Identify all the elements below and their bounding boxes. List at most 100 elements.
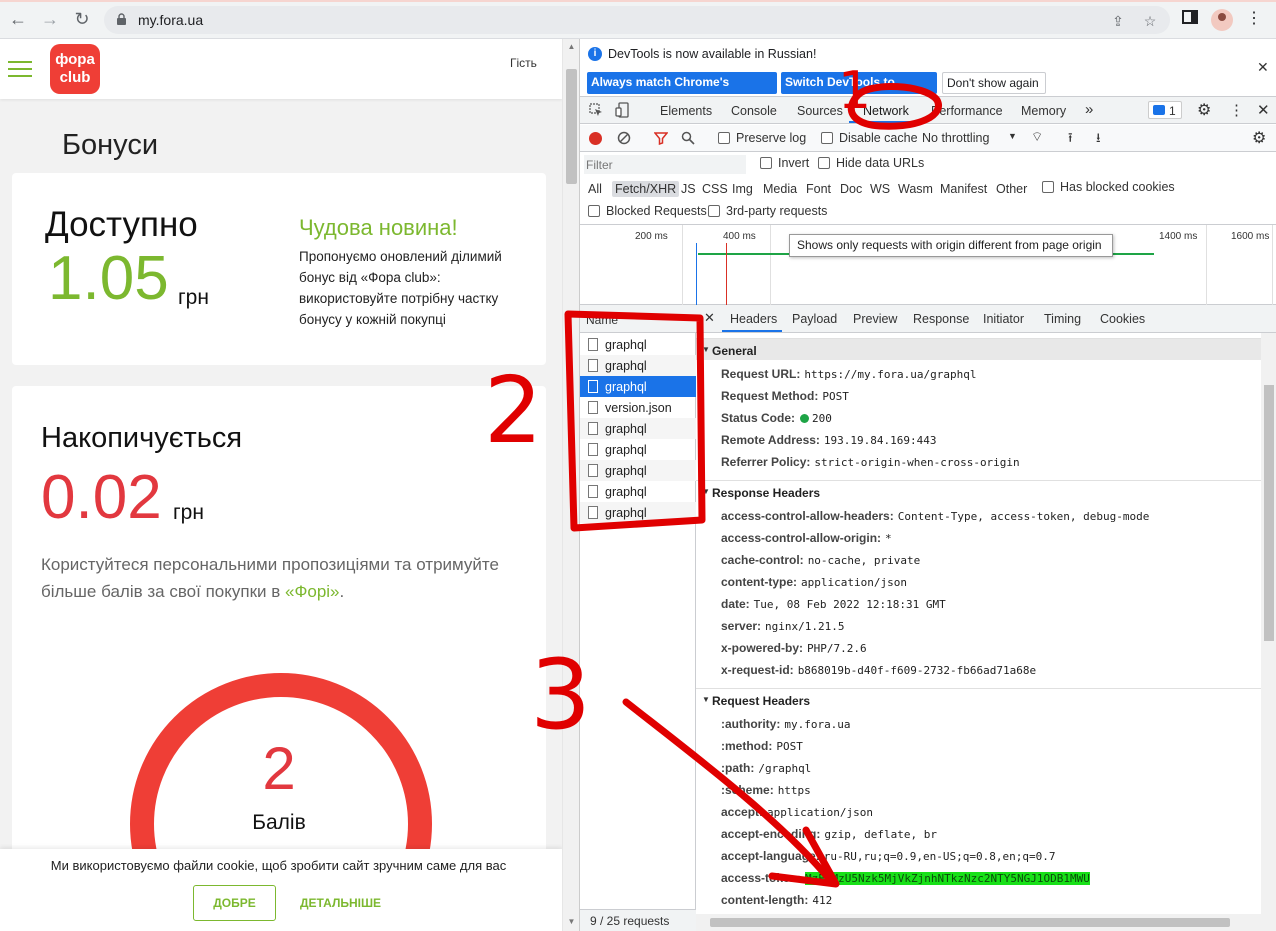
kebab-menu-icon[interactable]: ⋮ (1244, 9, 1264, 29)
reload-icon[interactable]: ↻ (71, 8, 93, 30)
request-row[interactable]: graphql (580, 460, 696, 481)
request-row[interactable]: graphql (580, 502, 696, 523)
type-other[interactable]: Other (993, 181, 1030, 197)
type-wasm[interactable]: Wasm (895, 181, 936, 197)
dont-show-again-button[interactable]: Don't show again (942, 72, 1046, 94)
request-row[interactable]: version.json (580, 397, 696, 418)
invert-checkbox[interactable] (760, 157, 772, 169)
device-toolbar-icon[interactable] (615, 102, 629, 118)
type-fetch-xhr[interactable]: Fetch/XHR (612, 181, 680, 197)
type-manifest[interactable]: Manifest (937, 181, 990, 197)
more-tabs-icon[interactable]: » (1085, 101, 1093, 118)
page-scrollbar-thumb[interactable] (566, 69, 577, 184)
scroll-down-icon[interactable]: ▼ (566, 917, 577, 926)
blocked-requests-checkbox[interactable] (588, 205, 600, 217)
side-panel-icon[interactable] (1180, 9, 1200, 29)
cookie-more-link[interactable]: ДЕТАЛЬНІШЕ (300, 896, 381, 910)
accumulating-unit: грн (173, 501, 204, 524)
details-horizontal-scrollbar[interactable] (696, 914, 1261, 931)
forward-arrow-icon[interactable]: → (39, 8, 61, 30)
request-row-selected[interactable]: graphql (580, 376, 696, 397)
type-doc[interactable]: Doc (837, 181, 865, 197)
close-details-icon[interactable]: ✕ (704, 310, 715, 326)
issues-badge[interactable]: 1 (1148, 101, 1182, 119)
details-scrollbar-thumb[interactable] (1264, 385, 1274, 641)
request-row[interactable]: graphql (580, 334, 696, 355)
general-section-header[interactable]: ▼ General (696, 338, 1261, 360)
hide-data-urls-checkbox[interactable] (818, 157, 830, 169)
import-har-icon[interactable]: ⭱ (1068, 129, 1073, 151)
tab-timing[interactable]: Timing (1044, 312, 1081, 326)
request-row[interactable]: graphql (580, 439, 696, 460)
tab-performance[interactable]: Performance (931, 104, 1003, 118)
guest-link[interactable]: Гість (510, 56, 537, 70)
scroll-up-icon[interactable]: ▲ (566, 42, 577, 51)
preserve-log-checkbox[interactable] (718, 132, 730, 144)
horizontal-scrollbar-thumb[interactable] (710, 918, 1230, 927)
devtools-close-icon[interactable]: ✕ (1257, 101, 1270, 119)
type-all[interactable]: All (585, 181, 605, 197)
tick-label: 1400 ms (1159, 231, 1198, 242)
network-settings-gear-icon[interactable]: ⚙ (1252, 128, 1266, 148)
type-media[interactable]: Media (760, 181, 800, 197)
match-language-button[interactable]: Always match Chrome's language (587, 72, 777, 109)
tab-cookies[interactable]: Cookies (1100, 312, 1145, 326)
cookie-ok-button[interactable]: ДОБРЕ (193, 885, 276, 921)
header-key: cache-control: (721, 553, 804, 567)
network-timeline[interactable]: 200 ms 400 ms 1400 ms 1600 ms Shows only… (580, 225, 1276, 305)
switch-russian-button[interactable]: Switch DevTools to Russian (781, 72, 937, 109)
tab-payload[interactable]: Payload (792, 312, 837, 326)
dropdown-arrow-icon[interactable]: ▼ (1008, 131, 1017, 141)
third-party-checkbox[interactable] (708, 205, 720, 217)
name-column-header[interactable]: Name (580, 305, 696, 333)
filter-input[interactable]: Filter (584, 155, 746, 174)
record-icon[interactable] (589, 132, 602, 145)
type-font[interactable]: Font (803, 181, 834, 197)
inspect-element-icon[interactable] (589, 103, 603, 117)
has-blocked-cookies-checkbox[interactable] (1042, 181, 1054, 193)
tab-network[interactable]: Network (863, 104, 909, 118)
tab-sources[interactable]: Sources (797, 104, 843, 118)
request-row[interactable]: graphql (580, 418, 696, 439)
tab-preview[interactable]: Preview (853, 312, 897, 326)
back-arrow-icon[interactable]: ← (7, 8, 29, 30)
throttling-select[interactable]: No throttling (922, 131, 989, 145)
tab-initiator[interactable]: Initiator (983, 312, 1024, 326)
share-icon[interactable]: ⇪ (1110, 13, 1126, 29)
fora-club-logo[interactable]: фора club (50, 44, 100, 94)
response-headers-section-header[interactable]: ▼ Response Headers (696, 480, 1261, 502)
request-row[interactable]: graphql (580, 481, 696, 502)
available-label: Доступно (45, 205, 198, 244)
issues-count: 1 (1169, 104, 1176, 118)
fora-link[interactable]: «Форі» (285, 582, 340, 601)
details-scrollbar[interactable] (1261, 333, 1276, 931)
close-icon[interactable]: ✕ (1257, 59, 1269, 76)
tab-console[interactable]: Console (731, 104, 777, 118)
tick-label: 400 ms (723, 231, 756, 242)
request-details: ✕ Headers Payload Preview Response Initi… (696, 305, 1276, 931)
tab-memory[interactable]: Memory (1021, 104, 1066, 118)
export-har-icon[interactable]: ⭳ (1096, 129, 1101, 151)
devtools-menu-icon[interactable]: ⋮ (1229, 101, 1244, 119)
hamburger-menu-icon[interactable] (8, 61, 32, 77)
type-css[interactable]: CSS (699, 181, 731, 197)
search-icon[interactable] (681, 131, 695, 145)
tab-elements[interactable]: Elements (660, 104, 712, 118)
type-ws[interactable]: WS (867, 181, 893, 197)
tab-headers[interactable]: Headers (730, 312, 777, 326)
bookmark-star-icon[interactable]: ☆ (1142, 13, 1158, 29)
tab-response[interactable]: Response (913, 312, 969, 326)
network-conditions-icon[interactable]: ⌔ (1031, 129, 1043, 145)
address-bar[interactable]: my.fora.ua ⇪ ☆ (104, 6, 1170, 34)
request-row[interactable]: graphql (580, 355, 696, 376)
disable-cache-checkbox[interactable] (821, 132, 833, 144)
type-js[interactable]: JS (678, 181, 699, 197)
filter-funnel-icon[interactable] (654, 131, 668, 145)
available-card: Доступно 1.05 грн Чудова новина! Пропону… (12, 173, 546, 365)
type-img[interactable]: Img (729, 181, 756, 197)
request-headers-section-header[interactable]: ▼ Request Headers (696, 688, 1261, 710)
clear-icon[interactable] (617, 131, 631, 145)
profile-avatar-icon[interactable] (1211, 9, 1233, 31)
page-scrollbar[interactable]: ▲ ▼ (562, 39, 579, 931)
settings-gear-icon[interactable]: ⚙ (1197, 100, 1211, 120)
